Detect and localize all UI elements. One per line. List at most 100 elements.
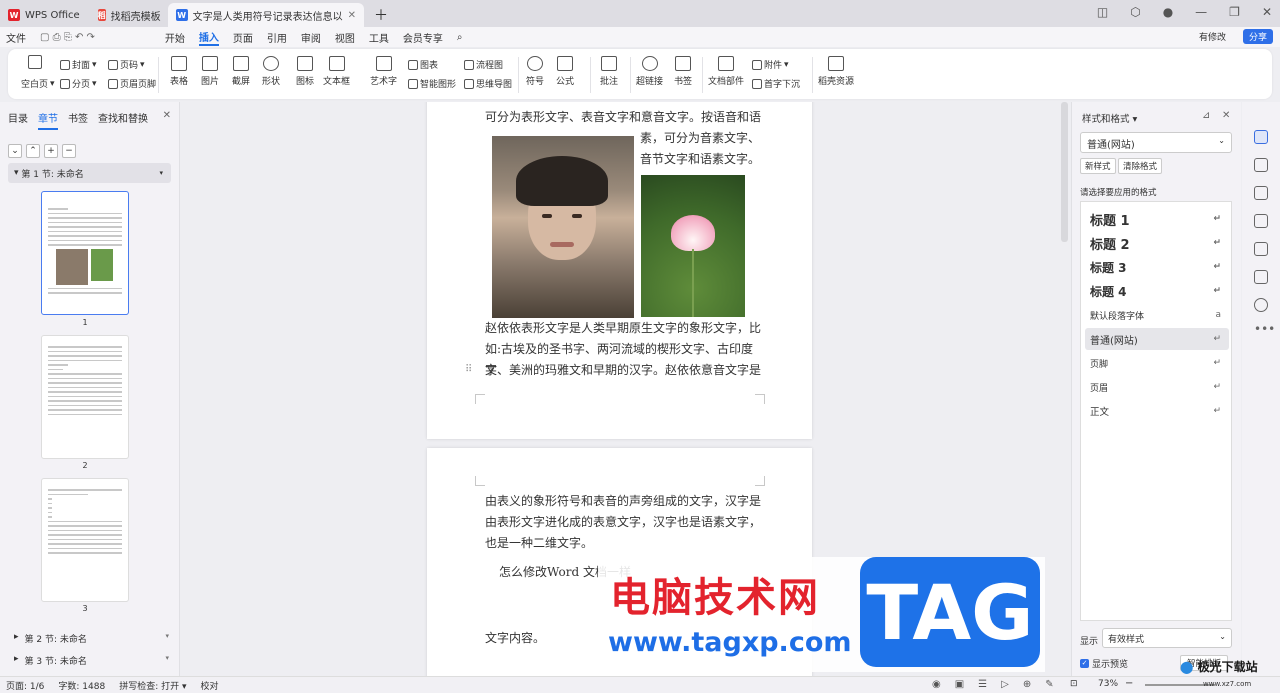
edit-icon[interactable] xyxy=(1254,130,1268,144)
clear-format-button[interactable]: 清除格式 xyxy=(1118,158,1163,174)
layout-icon[interactable]: ◫ xyxy=(1097,5,1108,19)
menu-file[interactable]: 文件 xyxy=(6,30,26,45)
portrait-image[interactable] xyxy=(492,136,634,318)
share-button[interactable]: 分享 xyxy=(1242,29,1273,44)
minimize-icon[interactable]: — xyxy=(1195,5,1207,19)
page-indicator[interactable]: 页面: 1/6 xyxy=(6,679,44,692)
tab-template[interactable]: 稻找稻壳模板 xyxy=(90,3,166,27)
hyperlink-button[interactable]: 超链接 xyxy=(636,56,663,87)
table-button[interactable]: 表格 xyxy=(170,56,188,87)
chart-button[interactable]: 图表 xyxy=(408,58,438,71)
zoom-level[interactable]: 73% xyxy=(1098,679,1118,689)
page-thumbnail-3[interactable] xyxy=(41,478,129,602)
menu-tools[interactable]: 工具 xyxy=(369,30,389,45)
cover-button[interactable]: 封面 ▾ xyxy=(60,58,97,71)
section-1-header[interactable]: ▾ 第 1 节: 未命名 ▾ xyxy=(8,163,171,183)
book-icon[interactable] xyxy=(1254,270,1268,284)
style-footer[interactable]: 页脚 ↵ xyxy=(1085,352,1229,374)
lotus-image[interactable] xyxy=(641,175,745,317)
shape-button[interactable]: 形状 xyxy=(262,56,280,87)
mindmap-button[interactable]: 思维导图 xyxy=(464,77,512,90)
tab-document[interactable]: W 文字是人类用符号记录表达信息以 ✕ xyxy=(167,3,365,27)
new-tab-button[interactable]: ＋ xyxy=(366,3,396,27)
close-icon[interactable]: ✕ xyxy=(1222,110,1230,121)
drag-handle-icon[interactable]: ⠿ xyxy=(465,364,472,375)
header-footer-button[interactable]: 页眉页脚 xyxy=(108,77,156,90)
quick-tools[interactable]: ▢ ⎙ ⎘ ↶ ↷ xyxy=(40,32,95,43)
wordart-button[interactable]: 艺术字 xyxy=(370,56,397,87)
page-thumbnail-2[interactable] xyxy=(41,335,129,459)
pin-icon[interactable]: ⊿ xyxy=(1202,110,1210,121)
menu-reference[interactable]: 引用 xyxy=(267,30,287,45)
new-style-button[interactable]: 新样式 xyxy=(1080,158,1116,174)
tab-toc[interactable]: 目录 xyxy=(8,110,28,130)
symbol-button[interactable]: 符号 xyxy=(526,56,544,87)
search-icon[interactable]: ⌕ xyxy=(457,32,463,43)
tab-find-replace[interactable]: 查找和替换 xyxy=(98,110,148,130)
menu-home[interactable]: 开始 xyxy=(165,30,185,45)
maximize-icon[interactable]: ❐ xyxy=(1229,5,1240,19)
vertical-scrollbar[interactable] xyxy=(1061,102,1068,242)
doc-part-button[interactable]: 文档部件 xyxy=(708,56,744,87)
icon-button[interactable]: 图标 xyxy=(296,56,314,87)
textbox-button[interactable]: 文本框 xyxy=(323,56,350,87)
skin-icon[interactable]: ⬡ xyxy=(1130,5,1140,19)
attachment-button[interactable]: 附件 ▾ xyxy=(752,58,789,71)
page-number-button[interactable]: 页码 ▾ xyxy=(108,58,145,71)
tab-wps-office[interactable]: W WPS Office xyxy=(0,3,88,27)
zoom-out-icon[interactable]: − xyxy=(1125,678,1133,689)
more-icon[interactable]: ••• xyxy=(1254,322,1275,336)
tab-bookmarks[interactable]: 书签 xyxy=(68,110,88,130)
menu-review[interactable]: 审阅 xyxy=(301,30,321,45)
dropcap-button[interactable]: 首字下沉 xyxy=(752,77,800,90)
docer-button[interactable]: 稻壳资源 xyxy=(818,56,854,87)
close-panel-icon[interactable]: ✕ xyxy=(163,110,171,130)
help-icon[interactable] xyxy=(1254,298,1268,312)
proofread[interactable]: 校对 xyxy=(201,679,219,692)
menu-view[interactable]: 视图 xyxy=(335,30,355,45)
section-2-header[interactable]: ▸ 第 2 节: 未命名 ▾ xyxy=(14,632,169,645)
page-1[interactable]: 可分为表形文字、表音文字和意音文字。按语音和语 素，可分为音素文字、 音节文字和… xyxy=(427,102,812,439)
menu-member[interactable]: 会员专享 xyxy=(403,30,443,45)
bookmark-button[interactable]: 书签 xyxy=(674,56,692,87)
spell-check[interactable]: 拼写检查: 打开 ▾ xyxy=(119,679,186,692)
menu-page[interactable]: 页面 xyxy=(233,30,253,45)
close-tab-icon[interactable]: ✕ xyxy=(348,10,356,21)
section-break-button[interactable]: 分页 ▾ xyxy=(60,77,97,90)
formula-button[interactable]: 公式 xyxy=(556,56,574,87)
changes-status[interactable]: 有修改 xyxy=(1199,30,1226,43)
preview-checkbox[interactable]: ✓ 显示预览 xyxy=(1080,657,1128,670)
close-icon[interactable]: ✕ xyxy=(1262,5,1272,19)
word-count[interactable]: 字数: 1488 xyxy=(58,679,105,692)
select-icon[interactable] xyxy=(1254,158,1268,172)
style-normal-web[interactable]: 普通(网站) ↵ xyxy=(1085,328,1229,350)
clip-icon[interactable] xyxy=(1254,214,1268,228)
page-icon[interactable] xyxy=(28,55,42,69)
style-heading-3[interactable]: 标题 3 ↵ xyxy=(1085,256,1229,278)
screenshot-button[interactable]: 截屏 xyxy=(232,56,250,87)
picture-button[interactable]: 图片 xyxy=(201,56,219,87)
fit-icon[interactable]: ⊡ xyxy=(1070,679,1078,689)
style-heading-1[interactable]: 标题 1 ↵ xyxy=(1085,208,1229,230)
collapse-icon[interactable]: ⌄ xyxy=(8,144,22,158)
view-mode-icons[interactable]: ◉▣☰▷⊕✎ xyxy=(932,679,1068,690)
comment-button[interactable]: 批注 xyxy=(600,56,618,87)
tools-icon[interactable] xyxy=(1254,242,1268,256)
style-header[interactable]: 页眉 ↵ xyxy=(1085,376,1229,398)
current-style-select[interactable]: 普通(网站) ⌄ xyxy=(1080,132,1232,153)
adjust-icon[interactable] xyxy=(1254,186,1268,200)
style-heading-2[interactable]: 标题 2 ↵ xyxy=(1085,232,1229,254)
smartart-button[interactable]: 智能图形 xyxy=(408,77,456,90)
style-body[interactable]: 正文 ↵ xyxy=(1085,400,1229,422)
menu-insert[interactable]: 插入 xyxy=(198,29,219,46)
avatar[interactable]: ● xyxy=(1163,5,1173,19)
flowchart-button[interactable]: 流程图 xyxy=(464,58,503,71)
style-default-paragraph-font[interactable]: 默认段落字体 a xyxy=(1085,304,1229,326)
remove-section-icon[interactable]: − xyxy=(62,144,76,158)
style-heading-4[interactable]: 标题 4 ↵ xyxy=(1085,280,1229,302)
expand-icon[interactable]: ⌃ xyxy=(26,144,40,158)
add-section-icon[interactable]: + xyxy=(44,144,58,158)
page-thumbnail-1[interactable] xyxy=(41,191,129,315)
blank-page-button[interactable]: 空白页 ▾ xyxy=(21,77,55,91)
section-3-header[interactable]: ▸ 第 3 节: 未命名 ▾ xyxy=(14,654,169,667)
